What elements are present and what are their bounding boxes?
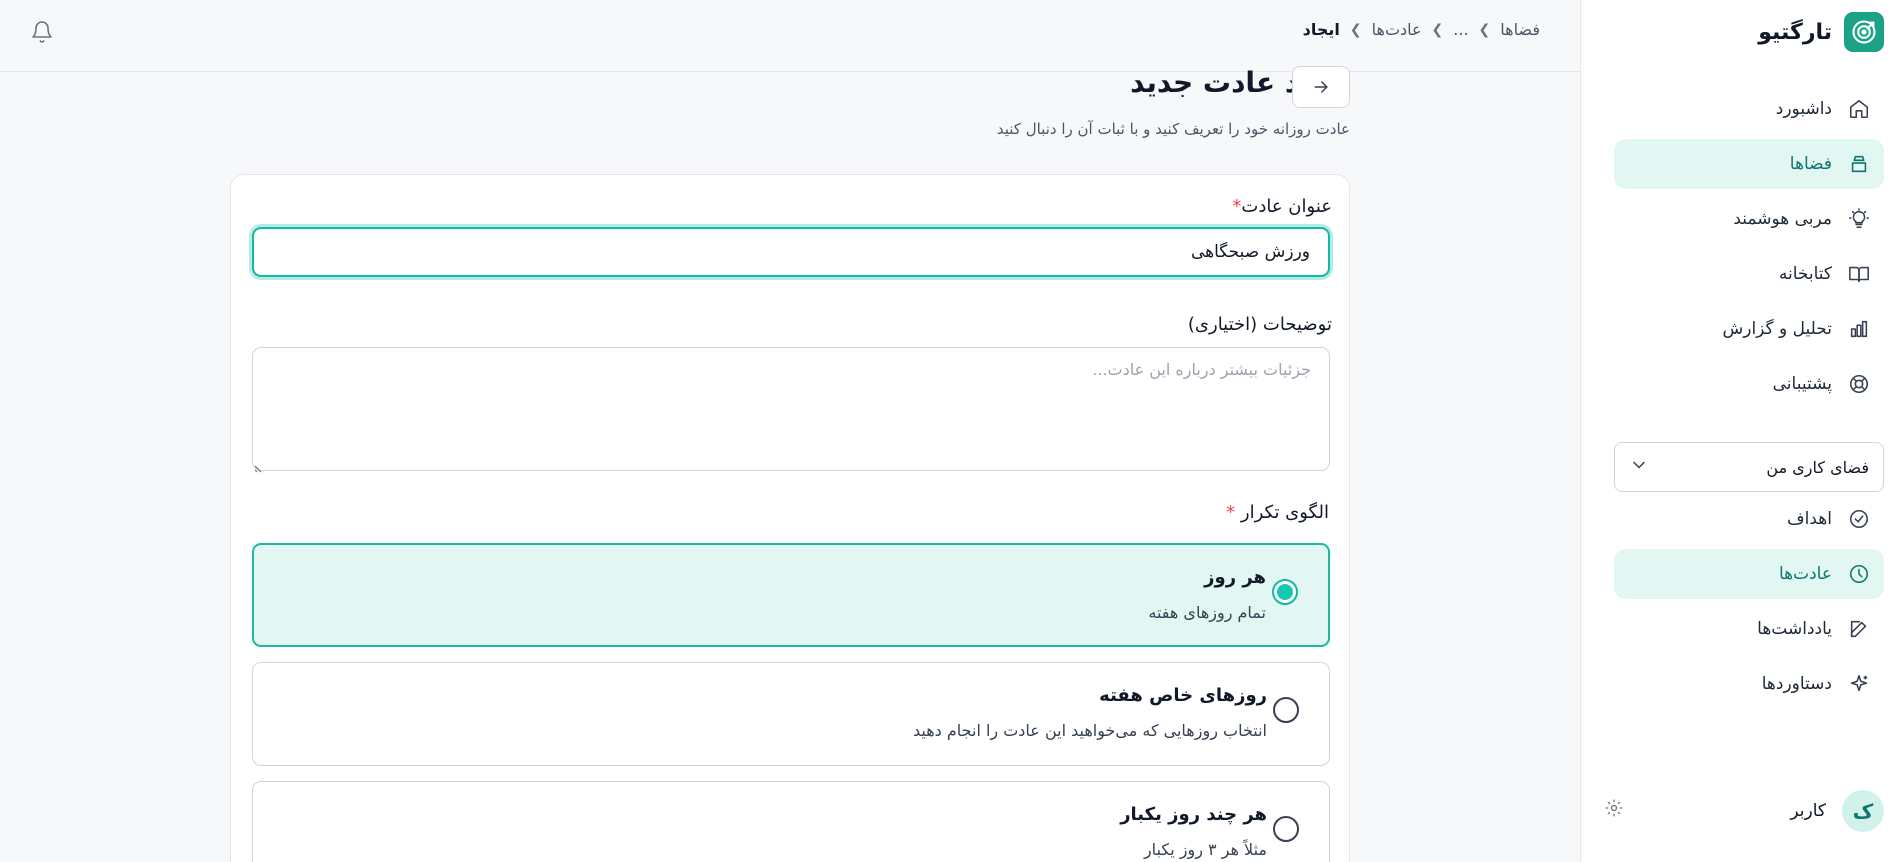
top-bar: فضاها ❯ ... ❯ عادت‌ها ❯ ایجاد	[0, 0, 1580, 72]
option-title: روزهای خاص هفته	[1099, 685, 1267, 706]
chevron-left-icon: ❯	[1478, 21, 1491, 38]
page-subtitle: عادت روزانه خود را تعریف کنید و با ثبات …	[996, 120, 1350, 138]
habit-description-textarea[interactable]	[252, 347, 1330, 471]
back-button[interactable]	[1292, 66, 1350, 108]
sidebar-item-library[interactable]: کتابخانه	[1614, 249, 1884, 299]
clock-icon	[1846, 561, 1872, 587]
avatar: ک	[1842, 790, 1884, 832]
lightbulb-icon	[1846, 206, 1872, 232]
user-name: کاربر	[1790, 801, 1826, 821]
breadcrumb-ellipsis[interactable]: ...	[1453, 20, 1468, 39]
sidebar-item-label: فضاها	[1789, 154, 1832, 174]
radio-button[interactable]	[1272, 579, 1298, 605]
sidebar-item-label: دستاوردها	[1761, 674, 1832, 694]
chevron-left-icon: ❯	[1349, 21, 1362, 38]
sidebar-item-achievements[interactable]: دستاوردها	[1614, 659, 1884, 709]
check-circle-icon	[1846, 506, 1872, 532]
required-mark: *	[1226, 502, 1236, 523]
gear-icon[interactable]	[1604, 798, 1624, 822]
habit-title-input[interactable]	[252, 227, 1330, 277]
layers-icon	[1846, 151, 1872, 177]
sidebar-item-label: تحلیل و گزارش	[1722, 319, 1832, 339]
bell-icon[interactable]	[30, 20, 54, 48]
edit-icon	[1846, 616, 1872, 642]
title-label: عنوان عادت*	[1232, 196, 1332, 217]
sidebar-item-label: اهداف	[1787, 509, 1832, 529]
sidebar-item-support[interactable]: پشتیبانی	[1614, 359, 1884, 409]
option-description: انتخاب روزهایی که می‌خواهید این عادت را …	[913, 721, 1267, 740]
sidebar-item-label: مربی هوشمند	[1733, 209, 1832, 229]
sidebar-item-label: کتابخانه	[1778, 264, 1832, 284]
brand[interactable]: تارگتیو	[1758, 10, 1884, 54]
home-icon	[1846, 96, 1872, 122]
target-logo-icon	[1844, 12, 1884, 52]
option-description: تمام روزهای هفته	[1148, 603, 1266, 622]
sidebar-item-label: عادت‌ها	[1778, 564, 1832, 584]
sidebar-item-analytics[interactable]: تحلیل و گزارش	[1614, 304, 1884, 354]
breadcrumb-habits[interactable]: عادت‌ها	[1372, 20, 1422, 39]
sidebar-item-dashboard[interactable]: داشبورد	[1614, 84, 1884, 134]
sidebar-item-habits[interactable]: عادت‌ها	[1614, 549, 1884, 599]
option-title: هر چند روز یکبار	[1120, 804, 1267, 825]
resize-grip-icon[interactable]	[254, 458, 266, 477]
radio-dot	[1277, 584, 1293, 600]
chevron-left-icon: ❯	[1431, 21, 1444, 38]
option-description: مثلاً هر ۳ روز یکبار	[1143, 840, 1267, 859]
title-label-text: عنوان عادت	[1241, 196, 1332, 217]
sidebar-item-label: داشبورد	[1775, 99, 1832, 119]
workspace-selector[interactable]: فضای کاری من	[1614, 442, 1884, 492]
sidebar-item-goals[interactable]: اهداف	[1614, 494, 1884, 544]
pattern-option-interval[interactable]: هر چند روز یکبار مثلاً هر ۳ روز یکبار	[252, 781, 1330, 862]
sidebar-item-notes[interactable]: یادداشت‌ها	[1614, 604, 1884, 654]
description-label: توضیحات (اختیاری)	[1187, 314, 1332, 335]
arrow-right-icon	[1314, 81, 1328, 93]
radio-button[interactable]	[1273, 816, 1299, 842]
option-title: هر روز	[1204, 567, 1266, 588]
chevron-down-icon	[1629, 455, 1649, 479]
book-icon	[1846, 261, 1872, 287]
breadcrumb-current: ایجاد	[1302, 20, 1340, 39]
pattern-option-specific-days[interactable]: روزهای خاص هفته انتخاب روزهایی که می‌خوا…	[252, 662, 1330, 766]
sidebar: تارگتیو داشبورد فضاها مربی هوشمند کتابخا…	[1580, 0, 1894, 862]
breadcrumb: فضاها ❯ ... ❯ عادت‌ها ❯ ایجاد	[1303, 20, 1540, 39]
radio-button[interactable]	[1273, 697, 1299, 723]
pattern-label: الگوی تکرار *	[1226, 502, 1329, 523]
pattern-label-text: الگوی تکرار	[1240, 502, 1329, 523]
sparkle-icon	[1846, 671, 1872, 697]
pattern-option-daily[interactable]: هر روز تمام روزهای هفته	[252, 543, 1330, 647]
sidebar-item-label: یادداشت‌ها	[1757, 619, 1832, 639]
workspace-label: فضای کاری من	[1766, 457, 1869, 477]
brand-name: تارگتیو	[1758, 19, 1832, 45]
user-profile[interactable]: ک کاربر	[1604, 786, 1884, 836]
sidebar-item-spaces[interactable]: فضاها	[1614, 139, 1884, 189]
breadcrumb-spaces[interactable]: فضاها	[1500, 20, 1540, 39]
sidebar-item-label: پشتیبانی	[1772, 374, 1832, 394]
chart-icon	[1846, 316, 1872, 342]
lifebuoy-icon	[1846, 371, 1872, 397]
sidebar-item-smart-coach[interactable]: مربی هوشمند	[1614, 194, 1884, 244]
